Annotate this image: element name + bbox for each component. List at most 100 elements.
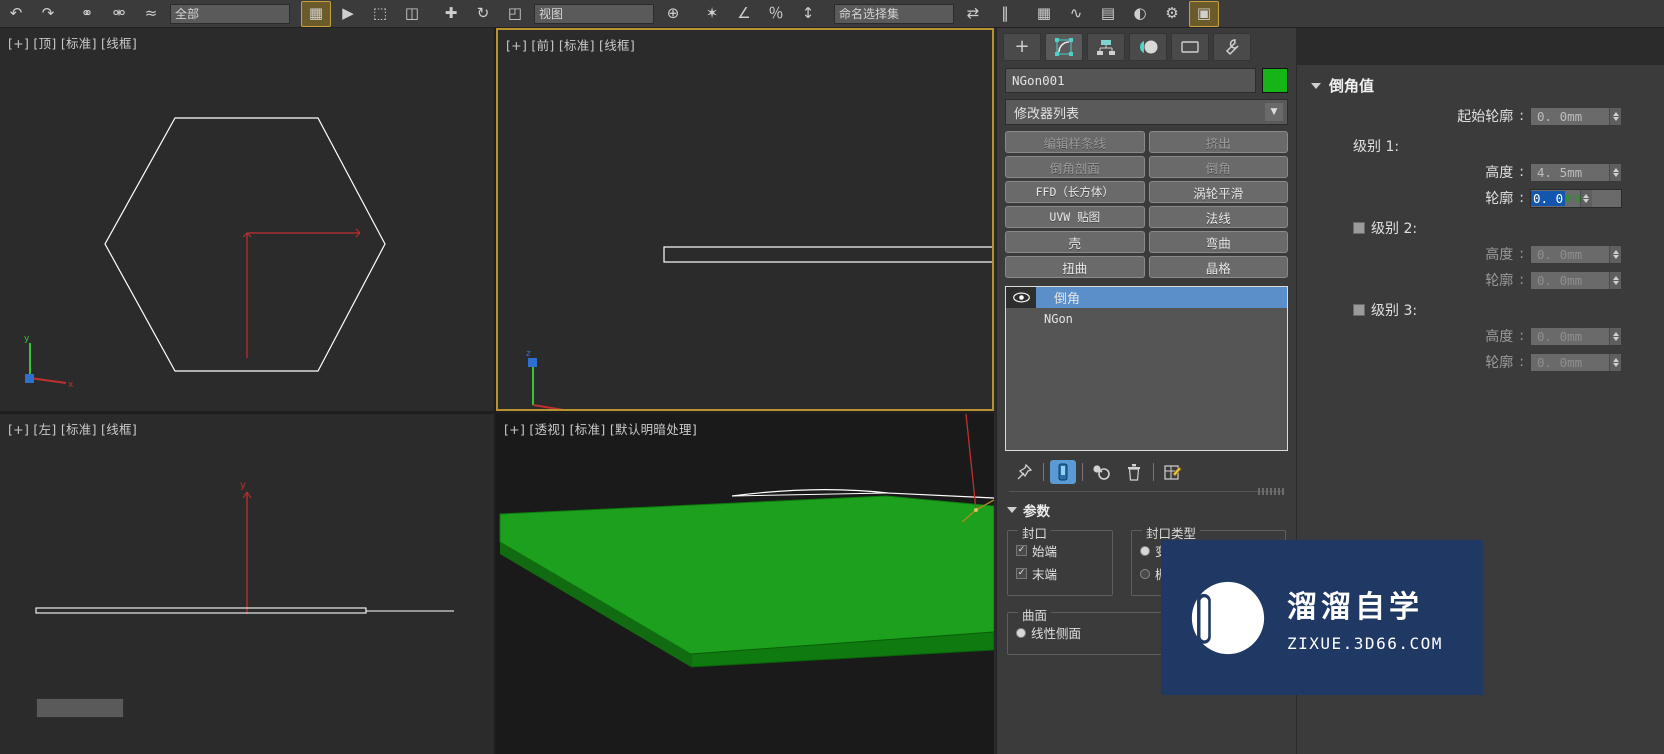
spinner-arrows-icon[interactable]	[1579, 189, 1592, 207]
bevel-level-3-outline-spinner[interactable]: 0. 0mm	[1530, 352, 1622, 372]
material-editor-icon[interactable]: ◐	[1125, 1, 1155, 27]
modifier-button-0[interactable]: 编辑样条线	[1005, 131, 1145, 153]
viewport-front[interactable]: [+] [前] [标准] [线框] z x	[496, 28, 994, 411]
viewport-top[interactable]: [+] [顶] [标准] [线框] y x	[0, 28, 494, 411]
spinner-arrows-icon[interactable]	[1609, 163, 1621, 181]
spinner-arrows-icon[interactable]	[1609, 353, 1621, 371]
start-outline-spinner[interactable]: 0. 0mm	[1530, 106, 1622, 126]
make-unique-icon[interactable]	[1089, 460, 1115, 484]
bevel-level-3-height-value: 0. 0mm	[1537, 328, 1583, 344]
bevel-level-1-outline-spinner[interactable]: 0. 0 mm	[1530, 188, 1622, 208]
bevel-level-2-outline-value: 0. 0mm	[1537, 272, 1583, 288]
object-name-input[interactable]: NGon001	[1005, 68, 1256, 93]
modifier-button-3[interactable]: 倒角	[1148, 156, 1288, 178]
select-and-scale-icon[interactable]: ◰	[500, 1, 530, 27]
select-and-link-icon[interactable]: ⚭	[72, 1, 102, 27]
spinner-arrows-icon[interactable]	[1609, 271, 1621, 289]
radio-icon[interactable]	[1140, 545, 1150, 556]
bevel-level-1-height-spinner[interactable]: 4. 5mm	[1530, 162, 1622, 182]
bevel-level-3-height-spinner[interactable]: 0. 0mm	[1530, 326, 1622, 346]
modifier-list-dropdown[interactable]: 修改器列表 ▼	[1005, 99, 1288, 125]
parameters-rollup-header[interactable]: 参数	[997, 492, 1296, 524]
stack-item-1[interactable]: NGon	[1006, 308, 1287, 329]
bevel-level-2-height-spinner[interactable]: 0. 0mm	[1530, 244, 1622, 264]
colon: :	[1519, 354, 1524, 370]
pin-stack-icon[interactable]	[1011, 460, 1037, 484]
modifier-button-1[interactable]: 挤出	[1148, 131, 1288, 153]
named-selection-sets-field[interactable]: 命名选择集	[834, 3, 954, 24]
motion-tab[interactable]	[1129, 33, 1167, 61]
spinner-arrows-icon[interactable]	[1609, 245, 1621, 263]
select-region-icon[interactable]: ⬚	[365, 1, 395, 27]
modifier-button-6[interactable]: UVW 贴图	[1005, 206, 1145, 228]
remove-modifier-icon[interactable]	[1121, 460, 1147, 484]
bevel-level-2-height-value: 0. 0mm	[1537, 246, 1583, 262]
modifier-button-8[interactable]: 壳	[1005, 231, 1145, 253]
viewport-divider-horizontal[interactable]	[0, 411, 994, 414]
redo-icon[interactable]: ↷	[33, 1, 63, 27]
mirror-icon[interactable]: ⇄	[958, 1, 988, 27]
unlink-selection-icon[interactable]: ⚮	[104, 1, 134, 27]
modifier-button-4[interactable]: FFD（长方体）	[1005, 181, 1145, 203]
modifier-button-9[interactable]: 弯曲	[1148, 231, 1288, 253]
hierarchy-tab[interactable]	[1087, 33, 1125, 61]
checkbox-icon[interactable]: ✓	[1016, 545, 1027, 556]
watermark-title-en: ZIXUE.3D66.COM	[1287, 634, 1443, 653]
window-crossing-icon[interactable]: ◫	[397, 1, 427, 27]
stack-item-0[interactable]: 倒角	[1006, 287, 1287, 308]
layer-manager-icon[interactable]: ▦	[1029, 1, 1059, 27]
spinner-snap-icon[interactable]: ↕	[793, 1, 823, 27]
modifier-button-10[interactable]: 扭曲	[1005, 256, 1145, 278]
create-tab[interactable]: +	[1003, 33, 1041, 61]
radio-icon[interactable]	[1016, 627, 1026, 638]
cap-end-checkbox-row[interactable]: ✓ 末端	[1016, 564, 1104, 583]
wrench-icon	[1225, 39, 1239, 56]
select-and-rotate-icon[interactable]: ↻	[468, 1, 498, 27]
bind-to-space-warp-icon[interactable]: ≈	[136, 1, 166, 27]
render-setup-icon[interactable]: ⚙	[1157, 1, 1187, 27]
spinner-arrows-icon[interactable]	[1609, 107, 1621, 125]
modifier-button-11[interactable]: 晶格	[1148, 256, 1288, 278]
bevel-level-3-checkbox[interactable]	[1353, 304, 1365, 316]
bottom-left-button[interactable]	[36, 698, 124, 718]
modifier-button-2[interactable]: 倒角剖面	[1005, 156, 1145, 178]
object-color-swatch[interactable]	[1262, 68, 1288, 93]
modify-tab[interactable]	[1045, 33, 1083, 61]
spinner-arrows-icon[interactable]	[1609, 327, 1621, 345]
radio-icon[interactable]	[1140, 568, 1150, 579]
bevel-level-2-label: 级别 2:	[1371, 221, 1418, 237]
display-tab[interactable]	[1171, 33, 1209, 61]
chevron-down-icon[interactable]: ▼	[1265, 103, 1283, 121]
render-production-icon[interactable]: ▣	[1189, 0, 1219, 27]
modifier-button-grid: 编辑样条线 挤出 倒角剖面 倒角 FFD（长方体） 涡轮平滑 UVW 贴图 法线壳弯曲 扭曲 晶格	[997, 125, 1296, 278]
eye-icon[interactable]	[1006, 287, 1036, 308]
align-icon[interactable]: ‖	[990, 1, 1020, 27]
undo-icon[interactable]: ↶	[1, 1, 31, 27]
modifier-button-7[interactable]: 法线	[1148, 206, 1288, 228]
cap-start-checkbox-row[interactable]: ✓ 始端	[1016, 541, 1104, 560]
angle-snap-icon[interactable]: ∠	[729, 1, 759, 27]
colon: :	[1519, 108, 1524, 124]
select-and-move-icon[interactable]: ✚	[436, 1, 466, 27]
utilities-tab[interactable]	[1213, 33, 1251, 61]
show-end-result-icon[interactable]	[1050, 460, 1076, 484]
cap-end-label: 末端	[1032, 567, 1058, 582]
viewport-divider-vertical[interactable]	[494, 28, 496, 754]
select-object-icon[interactable]: ▦	[301, 0, 331, 27]
viewport-perspective[interactable]: [+] [透视] [标准] [默认明暗处理]	[496, 414, 994, 754]
reference-coordinate-system[interactable]: 视图	[534, 3, 654, 24]
percent-snap-icon[interactable]: ％	[761, 1, 791, 27]
bevel-level-2-checkbox[interactable]	[1353, 222, 1365, 234]
selection-filter-dropdown[interactable]: 全部	[170, 3, 290, 24]
bevel-level-2-outline-spinner[interactable]: 0. 0mm	[1530, 270, 1622, 290]
modifier-stack[interactable]: 倒角 NGon	[1005, 286, 1288, 451]
modifier-button-5[interactable]: 涡轮平滑	[1148, 181, 1288, 203]
bevel-values-header[interactable]: 倒角值	[1297, 65, 1664, 100]
snaps-toggle-icon[interactable]: ✶	[697, 1, 727, 27]
use-pivot-point-center-icon[interactable]: ⊕	[658, 1, 688, 27]
schematic-view-icon[interactable]: ▤	[1093, 1, 1123, 27]
checkbox-icon[interactable]: ✓	[1016, 568, 1027, 579]
curve-editor-icon[interactable]: ∿	[1061, 1, 1091, 27]
configure-modifier-sets-icon[interactable]	[1160, 460, 1186, 484]
select-by-name-icon[interactable]: ▶	[333, 1, 363, 27]
